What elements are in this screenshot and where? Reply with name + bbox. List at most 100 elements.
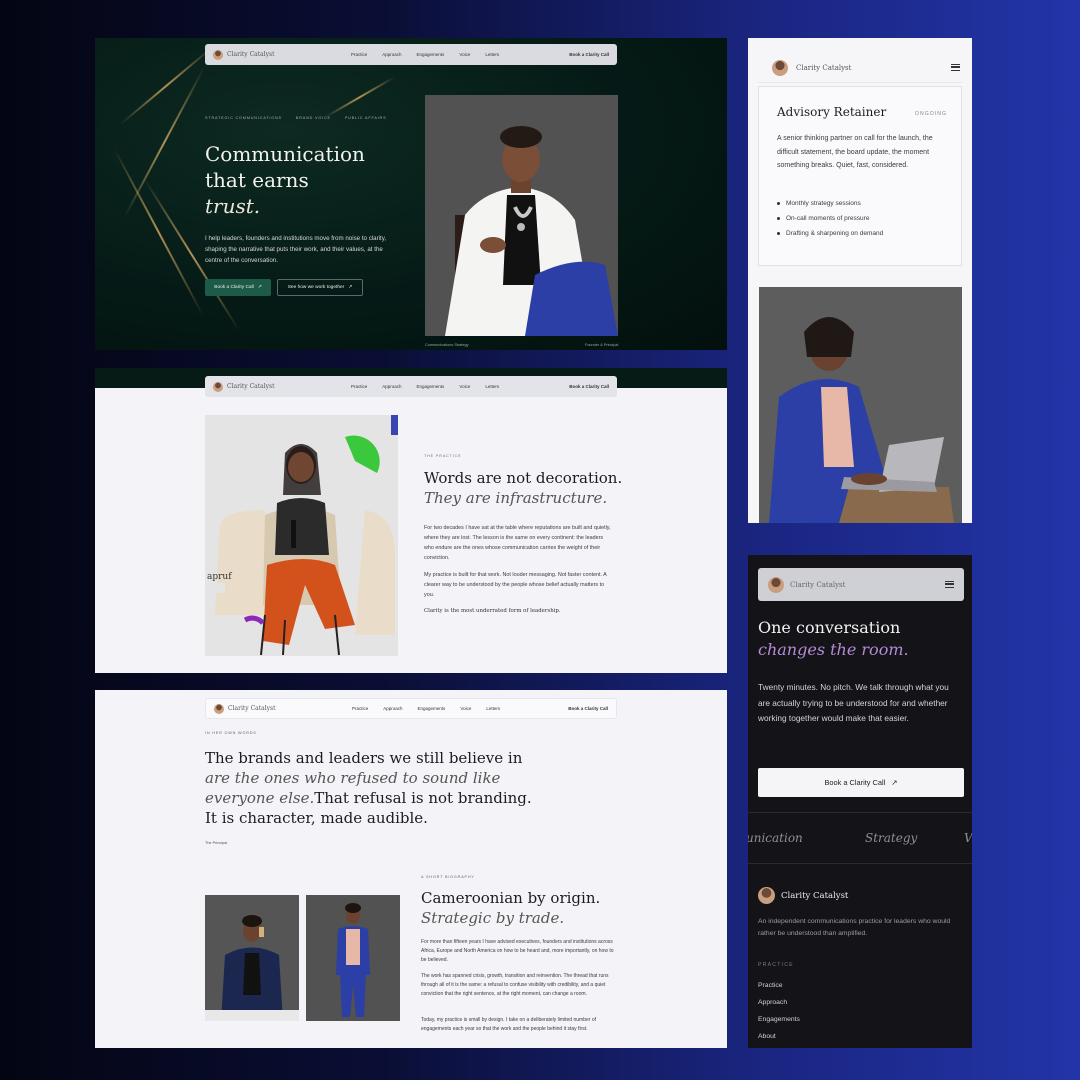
feature-list: Monthly strategy sessions On-call moment… (777, 200, 883, 245)
hero-photo-caption: Communications Strategy (425, 343, 469, 347)
footer-link-approach[interactable]: Approach (758, 999, 787, 1006)
top-nav: Clarity Catalyst Practice Approach Engag… (205, 698, 617, 719)
practice-paragraph: For two decades I have sat at the table … (424, 525, 611, 561)
hamburger-menu-icon[interactable] (951, 64, 960, 71)
footer-link-about[interactable]: About (758, 1033, 776, 1040)
brand-name[interactable]: Clarity Catalyst (796, 64, 851, 72)
portrait-photo-phone (205, 895, 299, 1021)
card-description: A senior thinking partner on call for th… (777, 135, 933, 170)
avatar (772, 59, 788, 76)
list-item: Monthly strategy sessions (777, 200, 883, 207)
cta-heading-line: One conversation (758, 618, 901, 637)
section-eyebrow: IN HER OWN WORDS (205, 731, 257, 735)
hero-portrait-photo (425, 95, 618, 336)
mobile-nav: Clarity Catalyst (758, 568, 964, 601)
nav-link-letters[interactable]: Letters (486, 706, 500, 711)
laptop-portrait-photo (759, 287, 962, 523)
nav-cta-button[interactable]: Book a Clarity Call (569, 384, 609, 389)
brand-logo[interactable]: Clarity Catalyst (213, 49, 333, 60)
hero-eyebrow: STRATEGIC COMMUNICATIONS BRAND VOICE PUB… (205, 116, 386, 120)
gold-line-decoration (123, 67, 205, 219)
footer-brand[interactable]: Clarity Catalyst (758, 887, 848, 904)
nav-link-voice[interactable]: Voice (460, 706, 471, 711)
hero-title-line: Communication (205, 142, 365, 166)
nav-link-engagements[interactable]: Engagements (418, 706, 446, 711)
button-label: Book a Clarity Call (824, 778, 886, 787)
hero-title: Communication that earns trust. (205, 141, 405, 219)
hamburger-menu-icon[interactable] (945, 581, 954, 588)
portrait-photo-standing (306, 895, 400, 1021)
nav-link-practice[interactable]: Practice (352, 706, 368, 711)
arrow-up-right-icon: ↗ (891, 778, 898, 787)
brand-name: Clarity Catalyst (227, 51, 275, 58)
nav-link-engagements[interactable]: Engagements (417, 52, 445, 57)
eyebrow-item: PUBLIC AFFAIRS (344, 116, 387, 120)
quote-attribution: The Principal (205, 841, 228, 845)
footer-link-engagements[interactable]: Engagements (758, 1016, 800, 1023)
how-we-work-button[interactable]: See how we work together ↗ (277, 279, 363, 296)
nav-cta-button[interactable]: Book a Clarity Call (569, 52, 609, 57)
brand-logo[interactable]: Clarity Catalyst (214, 703, 334, 714)
nav-link-engagements[interactable]: Engagements (417, 384, 445, 389)
cta-lead: Twenty minutes. No pitch. We talk throug… (758, 682, 949, 724)
bullet-icon (777, 202, 780, 205)
eyebrow-item: BRAND VOICE (295, 116, 331, 120)
brand-name[interactable]: Clarity Catalyst (790, 581, 845, 589)
bio-paragraph: For more than fifteen years I have advis… (421, 939, 614, 963)
avatar (213, 381, 223, 392)
bullet-icon (777, 217, 780, 220)
nav-link-approach[interactable]: Approach (383, 706, 402, 711)
avatar (768, 576, 784, 593)
nav-link-letters[interactable]: Letters (485, 384, 499, 389)
nav-link-practice[interactable]: Practice (351, 52, 367, 57)
brand-name: Clarity Catalyst (228, 705, 276, 712)
retainer-card: Advisory Retainer ONGOING A senior think… (758, 86, 962, 266)
words-panel: Clarity Catalyst Practice Approach Engag… (95, 690, 727, 1048)
hero-lead: I help leaders, founders and institution… (205, 235, 387, 264)
footer-link-practice[interactable]: Practice (758, 982, 783, 989)
nav-link-voice[interactable]: Voice (459, 384, 470, 389)
brand-name: Clarity Catalyst (781, 890, 849, 901)
practice-heading: Words are not decoration. They are infra… (424, 468, 644, 508)
practice-paragraph: My practice is built for that work. Not … (424, 572, 607, 598)
status-badge: ONGOING (914, 111, 947, 117)
practice-panel: Clarity Catalyst Practice Approach Engag… (95, 368, 727, 673)
list-item-label: Monthly strategy sessions (786, 200, 861, 207)
nav-link-voice[interactable]: Voice (459, 52, 470, 57)
nav-link-practice[interactable]: Practice (351, 384, 367, 389)
speaker-photo: apruf (205, 415, 398, 656)
arrow-up-right-icon: ↗ (257, 285, 262, 290)
section-eyebrow: A SHORT BIOGRAPHY (421, 875, 475, 879)
avatar (214, 703, 224, 714)
nav-link-approach[interactable]: Approach (382, 384, 401, 389)
book-call-button[interactable]: Book a Clarity Call ↗ (205, 279, 271, 296)
bio-heading: Cameroonian by origin. Strategic by trad… (421, 888, 641, 928)
footer-heading: PRACTICE (758, 962, 794, 968)
gold-line-decoration (324, 76, 395, 118)
card-title: Advisory Retainer (777, 105, 887, 119)
gold-line-decoration (119, 46, 213, 126)
hero-title-line: that earns (205, 168, 309, 192)
list-item: On-call moments of pressure (777, 215, 883, 222)
nav-cta-button[interactable]: Book a Clarity Call (568, 706, 608, 711)
nav-link-letters[interactable]: Letters (485, 52, 499, 57)
nav-link-approach[interactable]: Approach (382, 52, 401, 57)
list-item: Drafting & sharpening on demand (777, 230, 883, 237)
list-item-label: On-call moments of pressure (786, 215, 870, 222)
cta-heading-emphasis: changes the room. (758, 640, 909, 659)
marquee-item: Strategy (865, 831, 918, 845)
button-label: Book a Clarity Call (214, 285, 254, 290)
brand-logo[interactable]: Clarity Catalyst (213, 381, 333, 392)
footer-tagline: An independent communications practice f… (758, 918, 951, 937)
bio-paragraph: The work has spanned crisis, growth, tra… (421, 973, 609, 997)
bio-paragraph: Today, my practice is small by design. I… (421, 1017, 596, 1032)
practice-heading-line: Words are not decoration. (424, 469, 623, 487)
services-marquee: unication Strategy V (748, 812, 972, 864)
top-nav: Clarity Catalyst Practice Approach Engag… (205, 376, 617, 397)
hero-photo-credit: Founder & Principal (585, 343, 619, 347)
arrow-up-right-icon: ↗ (348, 285, 353, 290)
brand-name: Clarity Catalyst (227, 383, 275, 390)
marquee-item: unication (748, 831, 803, 845)
avatar (758, 887, 775, 904)
book-call-button[interactable]: Book a Clarity Call ↗ (758, 768, 964, 797)
